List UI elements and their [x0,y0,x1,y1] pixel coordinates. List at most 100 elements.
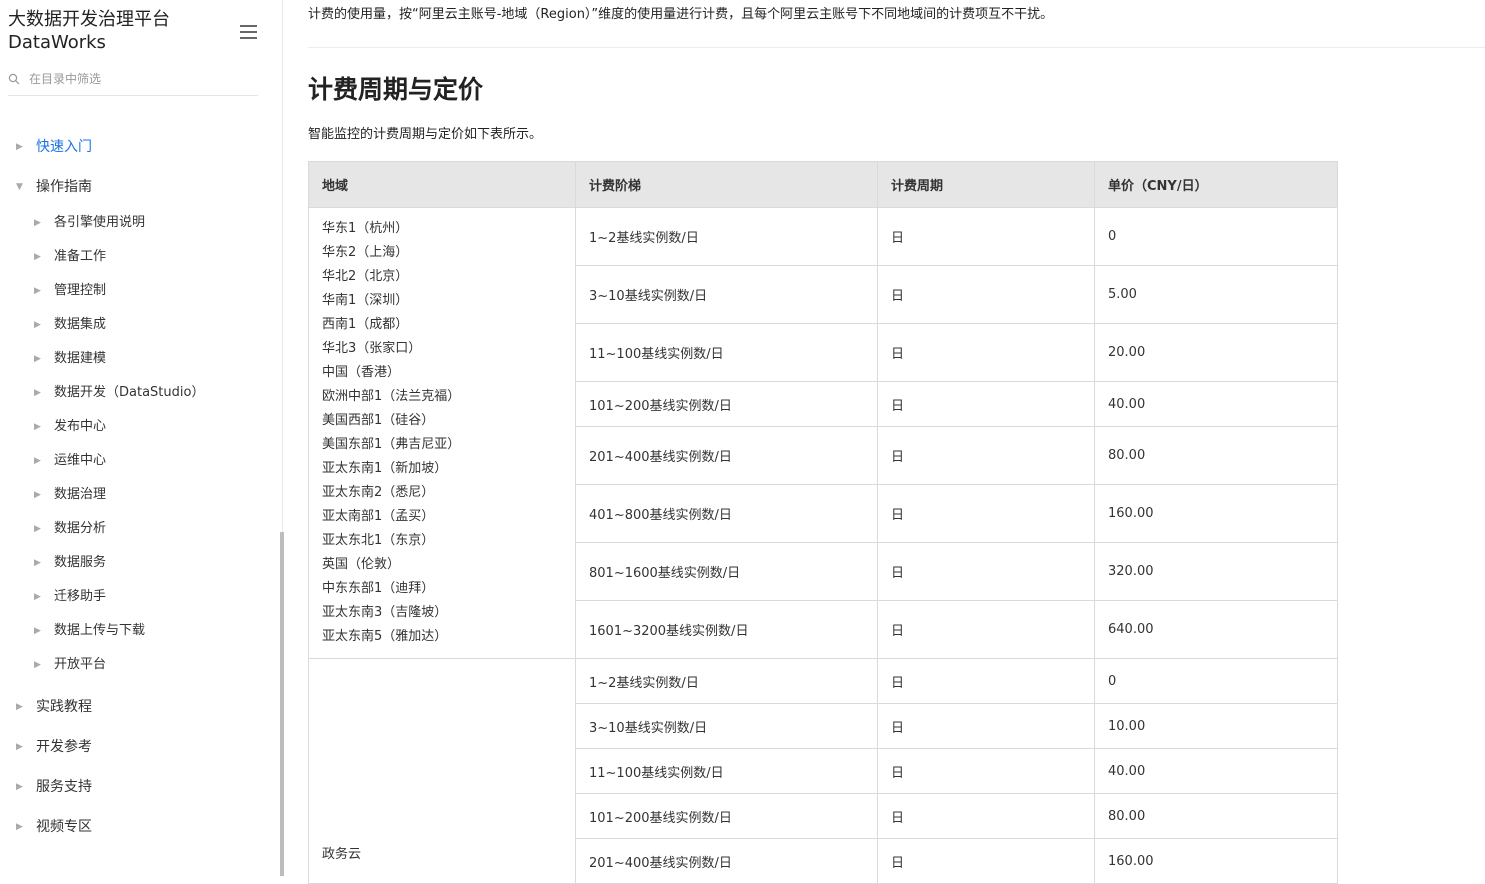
caret-right-icon: ▶ [34,252,41,262]
sidebar-item[interactable]: ▶ 数据集成 [34,314,106,336]
caret-right-icon: ▶ [34,456,41,466]
sidebar-item[interactable]: ▼ 操作指南 [16,176,92,198]
hamburger-icon[interactable] [240,25,257,39]
sidebar-scrollbar[interactable] [280,532,284,876]
sidebar-item-label: 发布中心 [54,419,107,434]
intro-text: 计费的使用量，按“阿里云主账号-地域（Region）”维度的使用量进行计费，且每… [308,7,1054,22]
period-cell: 日 [877,793,1095,839]
sidebar-item-label: 数据集成 [54,317,107,332]
sidebar-item[interactable]: ▶ 迁移助手 [34,586,106,608]
sidebar: 大数据开发治理平台 DataWorks ▶ 快速入门 ▼ 操作指南 ▶ 各引擎使用说明 ▶ 准… [0,0,284,876]
sidebar-item[interactable]: ▶ 发布中心 [34,416,106,438]
region-list: 华东1（杭州） 华东2（上海） 华北2（北京） 华南1（深圳） 西南1（成都） 华北3（张… [322,217,562,649]
price-cell: 0 [1094,658,1338,704]
divider [308,47,1485,48]
main-content: 计费的使用量，按“阿里云主账号-地域（Region）”维度的使用量进行计费，且每… [308,0,1485,884]
sidebar-item[interactable]: ▶ 服务支持 [16,776,92,798]
search-input[interactable] [29,68,254,90]
period-cell: 日 [877,748,1095,794]
caret-right-icon: ▶ [34,388,41,398]
sidebar-item-label: 数据建模 [54,351,107,366]
region-name: 中国（香港） [322,365,401,380]
sidebar-item-label: 数据上传与下载 [54,623,146,638]
caret-right-icon: ▶ [34,422,41,432]
region-name: 亚太南部1（孟买） [322,509,435,524]
table-row: 华东1（杭州） 华东2（上海） 华北2（北京） 华南1（深圳） 西南1（成都） 华北3（张… [308,207,1338,659]
region-name: 华北2（北京） [322,269,409,284]
sidebar-item[interactable]: ▶ 数据开发（DataStudio） [34,382,204,404]
sidebar-item-label: 各引擎使用说明 [54,215,146,230]
region-name: 亚太东南2（悉尼） [322,485,435,500]
tier-cell: 801~1600基线实例数/日 [575,542,878,601]
caret-right-icon: ▶ [34,354,41,364]
period-cell: 日 [877,381,1095,427]
sidebar-item[interactable]: ▶ 开放平台 [34,654,106,676]
region-name: 中东东部1（迪拜） [322,581,435,596]
caret-right-icon: ▶ [34,626,41,636]
period-cell: 日 [877,265,1095,324]
sidebar-item[interactable]: ▶ 快速入门 [16,136,92,158]
sidebar-item[interactable]: ▶ 运维中心 [34,450,106,472]
column-header-price: 单价（CNY/日） [1094,161,1338,208]
region-name: 亚太东北1（东京） [322,533,435,548]
tier-cell: 11~100基线实例数/日 [575,323,878,382]
region-name: 亚太东南3（吉隆坡） [322,605,448,620]
caret-right-icon: ▶ [16,702,23,712]
brand[interactable]: 大数据开发治理平台 DataWorks [8,8,170,54]
price-cell: 40.00 [1094,381,1338,427]
sidebar-item[interactable]: ▶ 开发参考 [16,736,92,758]
column-header-period: 计费周期 [877,161,1095,208]
brand-title: 大数据开发治理平台 [8,9,170,30]
price-cell: 0 [1094,207,1338,266]
region-cell: 政务云 [308,658,576,884]
price-cell: 320.00 [1094,542,1338,601]
sidebar-item[interactable]: ▶ 准备工作 [34,246,106,268]
column-header-tier: 计费阶梯 [575,161,878,208]
tier-cell: 11~100基线实例数/日 [575,748,878,794]
region-cell: 华东1（杭州） 华东2（上海） 华北2（北京） 华南1（深圳） 西南1（成都） 华北3（张… [308,207,576,659]
region-name: 华南1（深圳） [322,293,409,308]
sidebar-item[interactable]: ▶ 数据服务 [34,552,106,574]
region-name: 华东1（杭州） [322,221,409,236]
sidebar-item-label: 数据分析 [54,521,107,536]
tier-cell: 3~10基线实例数/日 [575,703,878,749]
sidebar-item[interactable]: ▶ 管理控制 [34,280,106,302]
sidebar-item[interactable]: ▶ 数据治理 [34,484,106,506]
brand-subtitle: DataWorks [8,32,106,53]
sidebar-item-label: 准备工作 [54,249,107,264]
sidebar-item[interactable]: ▶ 数据分析 [34,518,106,540]
page-heading: 计费周期与定价 [308,75,484,104]
region-name: 华北3（张家口） [322,341,422,356]
caret-right-icon: ▶ [34,524,41,534]
sidebar-item-label: 服务支持 [36,779,92,795]
period-cell: 日 [877,838,1095,884]
sidebar-item-label: 数据开发（DataStudio） [54,385,205,400]
price-cell: 160.00 [1094,484,1338,543]
region-name: 欧洲中部1（法兰克福） [322,389,461,404]
period-cell: 日 [877,207,1095,266]
caret-right-icon: ▶ [16,142,23,152]
period-cell: 日 [877,323,1095,382]
tier-cell: 201~400基线实例数/日 [575,838,878,884]
sidebar-item[interactable]: ▶ 各引擎使用说明 [34,212,145,234]
sidebar-item-label: 数据服务 [54,555,107,570]
sidebar-item-label: 开放平台 [54,657,107,672]
sidebar-item[interactable]: ▶ 视频专区 [16,816,92,838]
search-icon [8,73,20,85]
tier-cell: 401~800基线实例数/日 [575,484,878,543]
period-cell: 日 [877,426,1095,485]
caret-right-icon: ▶ [34,320,41,330]
caret-right-icon: ▶ [34,592,41,602]
column-header-region: 地域 [308,161,576,208]
section-description: 智能监控的计费周期与定价如下表所示。 [308,127,543,142]
tier-cell: 1601~3200基线实例数/日 [575,600,878,659]
sidebar-item-label: 操作指南 [36,179,92,195]
price-cell: 80.00 [1094,793,1338,839]
sidebar-item[interactable]: ▶ 实践教程 [16,696,92,718]
sidebar-item-label: 实践教程 [36,699,92,715]
sidebar-item[interactable]: ▶ 数据建模 [34,348,106,370]
search-box [8,68,258,96]
sidebar-item[interactable]: ▶ 数据上传与下载 [34,620,145,642]
region-name: 英国（伦敦） [322,557,401,572]
table-header-row: 地域 计费阶梯 计费周期 单价（CNY/日） [308,161,1338,208]
